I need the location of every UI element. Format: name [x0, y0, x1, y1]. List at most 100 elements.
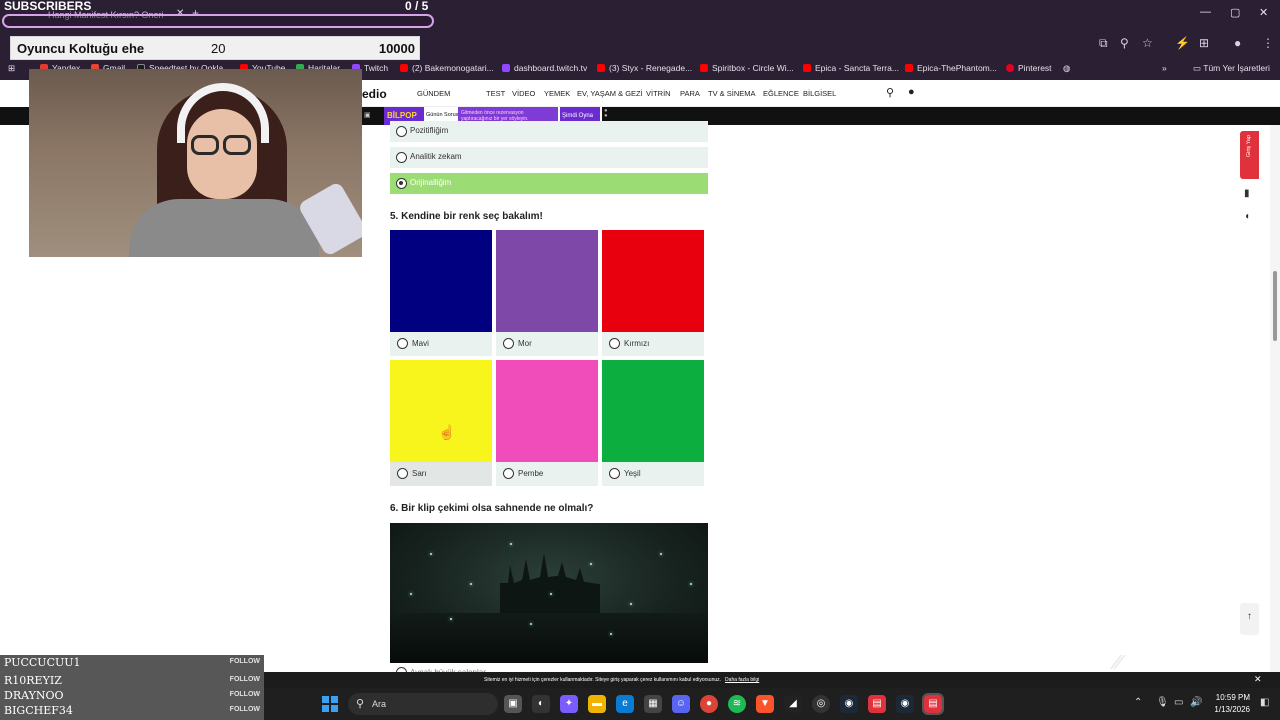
- scroll-thumb[interactable]: [1273, 271, 1277, 341]
- nav-vitrin[interactable]: VİTRİN: [646, 89, 671, 98]
- login-side-tab[interactable]: Giriş Yap: [1240, 131, 1259, 179]
- color-swatch[interactable]: [496, 230, 598, 332]
- chat-row: DRAYNOO FOLLOW: [4, 689, 260, 705]
- subscriber-count: 0 / 5: [405, 0, 429, 13]
- nav-para[interactable]: PARA: [680, 89, 700, 98]
- task-view-icon[interactable]: ▣: [504, 695, 522, 713]
- color-swatch[interactable]: [602, 230, 704, 332]
- bookmark-item[interactable]: Pinterest: [1006, 63, 1052, 73]
- microphone-icon[interactable]: 🎙: [1156, 697, 1169, 708]
- scroll-to-top-button[interactable]: ↑: [1240, 603, 1259, 635]
- option-label: Sarı: [412, 469, 427, 478]
- color-swatch[interactable]: [390, 230, 492, 332]
- color-option-yesil[interactable]: Yeşil: [602, 360, 704, 486]
- chrome-icon[interactable]: ●: [700, 695, 718, 713]
- bookmark-item[interactable]: Epica - Sancta Terra...: [803, 63, 899, 73]
- minimize-icon[interactable]: —: [1200, 6, 1211, 18]
- comments-icon[interactable]: ◖: [1244, 211, 1250, 222]
- subscriber-goal-overlay: SUBSCRIBERS 0 / 5: [0, 0, 440, 30]
- bookmark-star-icon[interactable]: ☆: [1142, 36, 1153, 50]
- color-swatch[interactable]: [602, 360, 704, 462]
- bookmark-icon[interactable]: ▮: [1244, 188, 1250, 199]
- nav-test[interactable]: TEST: [486, 89, 505, 98]
- page-scrollbar[interactable]: [1270, 125, 1280, 675]
- option-pozitifligim[interactable]: Pozitifliğim: [390, 121, 708, 142]
- discord-icon[interactable]: ☺: [672, 695, 690, 713]
- chat-username: R10REYIZ: [4, 674, 62, 687]
- spotify-icon[interactable]: ≋: [728, 695, 746, 713]
- radio-button[interactable]: [397, 468, 408, 479]
- close-window-icon[interactable]: ✕: [1259, 6, 1268, 19]
- taskbar-search[interactable]: ⚲ Ara: [348, 693, 498, 715]
- active-app-icon[interactable]: ▤: [922, 693, 944, 715]
- color-option-mavi[interactable]: Mavi: [390, 230, 492, 356]
- follow-tag: FOLLOW: [229, 691, 260, 698]
- bookmark-item[interactable]: (2) Bakemonogatari...: [400, 63, 494, 73]
- file-explorer-icon[interactable]: ▬: [588, 695, 606, 713]
- bookmark-item[interactable]: dashboard.twitch.tv: [502, 63, 587, 73]
- radio-button[interactable]: [397, 338, 408, 349]
- nav-video[interactable]: VİDEO: [512, 89, 535, 98]
- store-icon[interactable]: ▦: [644, 695, 662, 713]
- steam-icon-2[interactable]: ◉: [896, 695, 914, 713]
- nav-ev-yasam[interactable]: EV, YAŞAM & GEZİ: [577, 89, 643, 98]
- option-orijinalligim[interactable]: Orijinalliğim: [390, 173, 708, 194]
- option-analitik-zekam[interactable]: Analitik zekam: [390, 147, 708, 168]
- color-swatch[interactable]: [390, 360, 492, 462]
- nav-eglence[interactable]: EĞLENCE: [763, 89, 799, 98]
- apps-grid-icon[interactable]: ⊞: [8, 63, 15, 74]
- bookmark-item[interactable]: (3) Styx - Renegade...: [597, 63, 692, 73]
- cookie-close-icon[interactable]: ✕: [1254, 674, 1262, 685]
- app-icon[interactable]: ◢: [784, 695, 802, 713]
- color-option-mor[interactable]: Mor: [496, 230, 598, 356]
- bookmark-item[interactable]: Spiritbox - Circle Wi...: [700, 63, 794, 73]
- radio-button[interactable]: [609, 468, 620, 479]
- menu-kebab-icon[interactable]: ⋮: [1262, 36, 1274, 50]
- cookie-more-link[interactable]: Daha fazla bilgi: [725, 677, 759, 683]
- nav-bilgisel[interactable]: BİLGİSEL: [803, 89, 836, 98]
- taskbar-clock[interactable]: 10:59 PM 1/13/2026: [1204, 692, 1250, 716]
- extensions-puzzle-icon[interactable]: ⊞: [1199, 36, 1209, 50]
- more-bookmarks-icon[interactable]: »: [1162, 63, 1167, 73]
- radio-button[interactable]: [503, 338, 514, 349]
- radio-button[interactable]: [503, 468, 514, 479]
- radio-button-selected[interactable]: [396, 178, 407, 189]
- windows-start-icon[interactable]: [322, 696, 338, 712]
- clip-scene-image[interactable]: [390, 523, 708, 663]
- color-option-pembe[interactable]: Pembe: [496, 360, 598, 486]
- site-logo[interactable]: edio: [362, 87, 387, 101]
- edge-icon[interactable]: e: [616, 695, 634, 713]
- brave-icon[interactable]: ▼: [756, 695, 774, 713]
- follow-tag: FOLLOW: [229, 676, 260, 683]
- radio-button[interactable]: [396, 152, 407, 163]
- nav-yemek[interactable]: YEMEK: [544, 89, 570, 98]
- color-option-kirmizi[interactable]: Kırmızı: [602, 230, 704, 356]
- clock-time: 10:59 PM: [1215, 693, 1250, 702]
- steam-icon[interactable]: ◉: [840, 695, 858, 713]
- search-icon[interactable]: ⚲: [886, 86, 894, 99]
- color-swatch[interactable]: [496, 360, 598, 462]
- obs-icon[interactable]: ◎: [812, 695, 830, 713]
- goal-current: 20: [211, 41, 226, 56]
- all-bookmarks-folder[interactable]: ▭ Tüm Yer İşaretleri: [1193, 63, 1270, 74]
- widgets-icon[interactable]: ◐: [532, 695, 550, 713]
- app-red-icon[interactable]: ▤: [868, 695, 886, 713]
- nav-tv-sinema[interactable]: TV & SİNEMA: [708, 89, 756, 98]
- profile-avatar-icon[interactable]: ●: [1234, 36, 1241, 50]
- extension-icon[interactable]: ⚡: [1175, 36, 1190, 50]
- bookmark-item[interactable]: Epica-ThePhantom...: [905, 63, 997, 73]
- network-icon[interactable]: ▭: [1174, 697, 1183, 708]
- user-icon[interactable]: ●: [908, 86, 915, 98]
- cast-icon[interactable]: ⧉: [1099, 36, 1108, 51]
- radio-button[interactable]: [396, 126, 407, 137]
- tray-overflow-icon[interactable]: ⌃: [1134, 697, 1142, 708]
- globe-icon[interactable]: ◍: [1063, 63, 1070, 74]
- notifications-icon[interactable]: ◧: [1260, 697, 1269, 708]
- color-option-sari[interactable]: ☝ Sarı: [390, 360, 492, 486]
- copilot-icon[interactable]: ✦: [560, 695, 578, 713]
- radio-button[interactable]: [609, 338, 620, 349]
- nav-gundem[interactable]: GÜNDEM: [417, 89, 450, 98]
- maximize-icon[interactable]: ▢: [1230, 6, 1240, 19]
- volume-icon[interactable]: 🔊: [1190, 697, 1202, 708]
- zoom-icon[interactable]: ⚲: [1120, 36, 1129, 50]
